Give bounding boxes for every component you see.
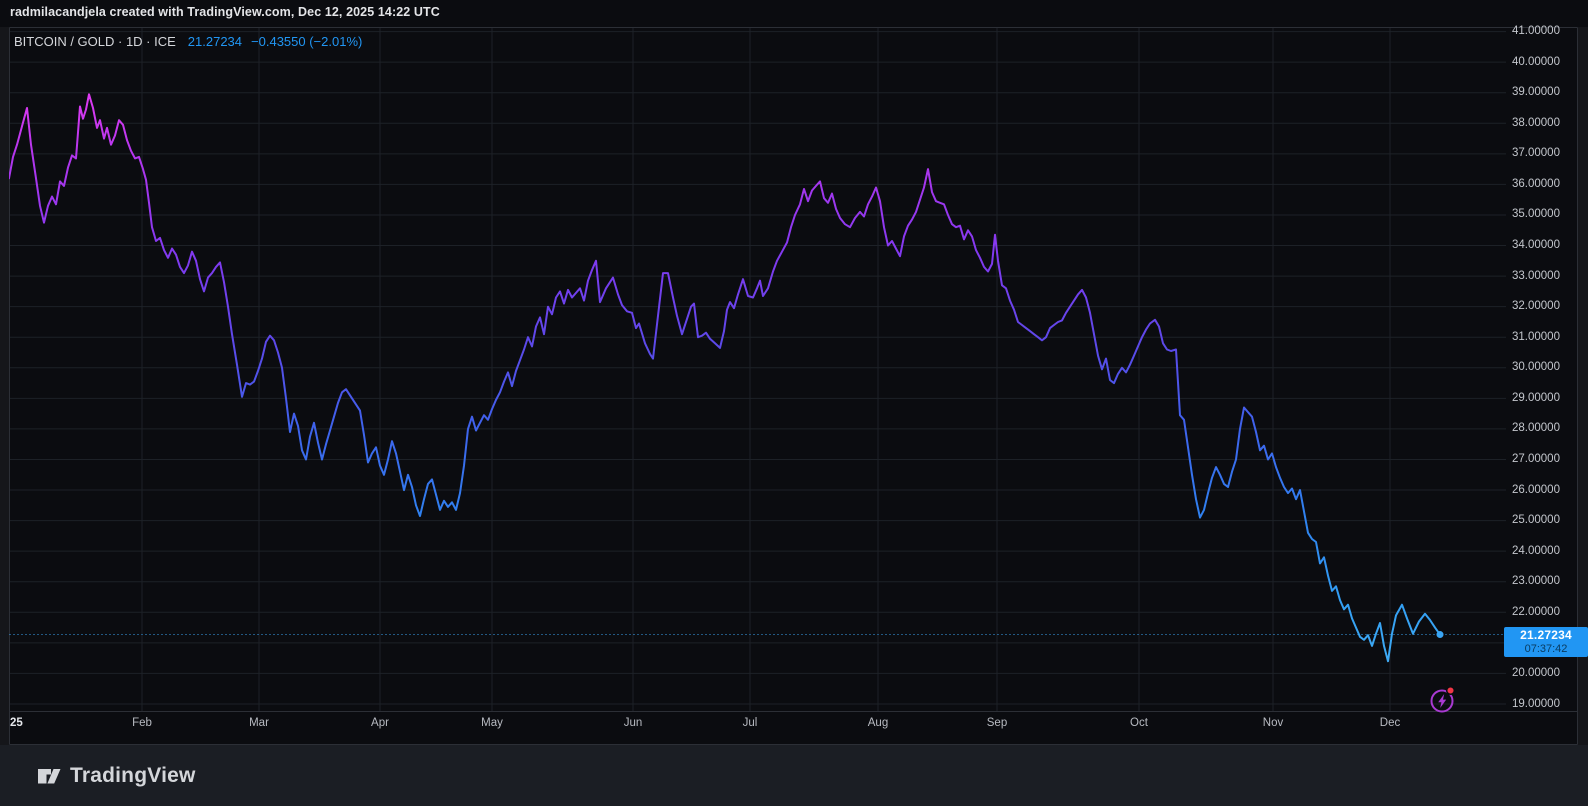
- chart-legend: BITCOIN / GOLD · 1D · ICE 21.27234 −0.4355…: [14, 34, 362, 49]
- price-axis-label: 33.00000: [1512, 269, 1560, 282]
- price-axis-label: 24.00000: [1512, 544, 1560, 557]
- price-axis-label: 34.00000: [1512, 239, 1560, 252]
- notification-dot: [1445, 685, 1456, 696]
- current-price-label: 21.27234 07:37:42: [1504, 627, 1588, 657]
- price-axis-label: 31.00000: [1512, 330, 1560, 343]
- price-axis-label: 28.00000: [1512, 422, 1560, 435]
- footer-bar: TradingView: [0, 745, 1588, 806]
- left-margin: [0, 27, 9, 745]
- symbol-title[interactable]: BITCOIN / GOLD · 1D · ICE: [14, 34, 176, 49]
- time-axis-label: Apr: [371, 717, 389, 729]
- time-axis-label: Sep: [986, 717, 1008, 729]
- time-axis-label: Oct: [1130, 717, 1148, 729]
- tradingview-logo[interactable]: TradingView: [38, 764, 196, 788]
- price-axis-label: 38.00000: [1512, 116, 1560, 129]
- time-axis-year-label: 25: [10, 717, 23, 729]
- price-axis-label: 32.00000: [1512, 300, 1560, 313]
- last-price-dot: [1436, 631, 1444, 639]
- price-axis-label: 26.00000: [1512, 483, 1560, 496]
- price-axis-label: 20.00000: [1512, 666, 1560, 679]
- time-axis-label: Mar: [249, 717, 269, 729]
- legend-last-price: 21.27234: [187, 34, 243, 49]
- lightning-icon[interactable]: [1430, 685, 1456, 713]
- current-price-value: 21.27234: [1520, 628, 1572, 642]
- time-axis-label: Jun: [623, 717, 643, 729]
- price-axis-label: 37.00000: [1512, 147, 1560, 160]
- price-axis-label: 23.00000: [1512, 575, 1560, 588]
- time-axis-label: Dec: [1379, 717, 1401, 729]
- chart-plot-area[interactable]: [0, 0, 1588, 806]
- legend-change: −0.43550 (−2.01%): [251, 34, 363, 49]
- price-axis-label: 36.00000: [1512, 177, 1560, 190]
- price-axis-label: 25.00000: [1512, 514, 1560, 527]
- tradingview-logo-text: TradingView: [70, 764, 196, 787]
- price-axis-label: 40.00000: [1512, 55, 1560, 68]
- price-axis-label: 41.00000: [1512, 25, 1560, 38]
- tradingview-logo-icon: [38, 768, 61, 783]
- bar-close-countdown: 07:37:42: [1524, 643, 1568, 655]
- price-axis-label: 19.00000: [1512, 697, 1560, 710]
- time-axis-label: Feb: [132, 717, 152, 729]
- attribution-text: radmilacandjela created with TradingView…: [10, 5, 440, 19]
- price-line-series: [8, 93, 1441, 663]
- tradingview-snapshot: { "attribution": { "text": "radmilacandj…: [0, 0, 1588, 806]
- price-axis-label: 27.00000: [1512, 452, 1560, 465]
- time-axis-label: Nov: [1262, 717, 1284, 729]
- price-axis-label: 30.00000: [1512, 361, 1560, 374]
- time-axis-label: May: [481, 717, 503, 729]
- time-axis-label: Aug: [867, 717, 889, 729]
- time-axis-label: Jul: [742, 717, 758, 729]
- price-axis-label: 35.00000: [1512, 208, 1560, 221]
- price-axis-label: 22.00000: [1512, 605, 1560, 618]
- price-axis-label: 29.00000: [1512, 391, 1560, 404]
- price-axis-label: 39.00000: [1512, 86, 1560, 99]
